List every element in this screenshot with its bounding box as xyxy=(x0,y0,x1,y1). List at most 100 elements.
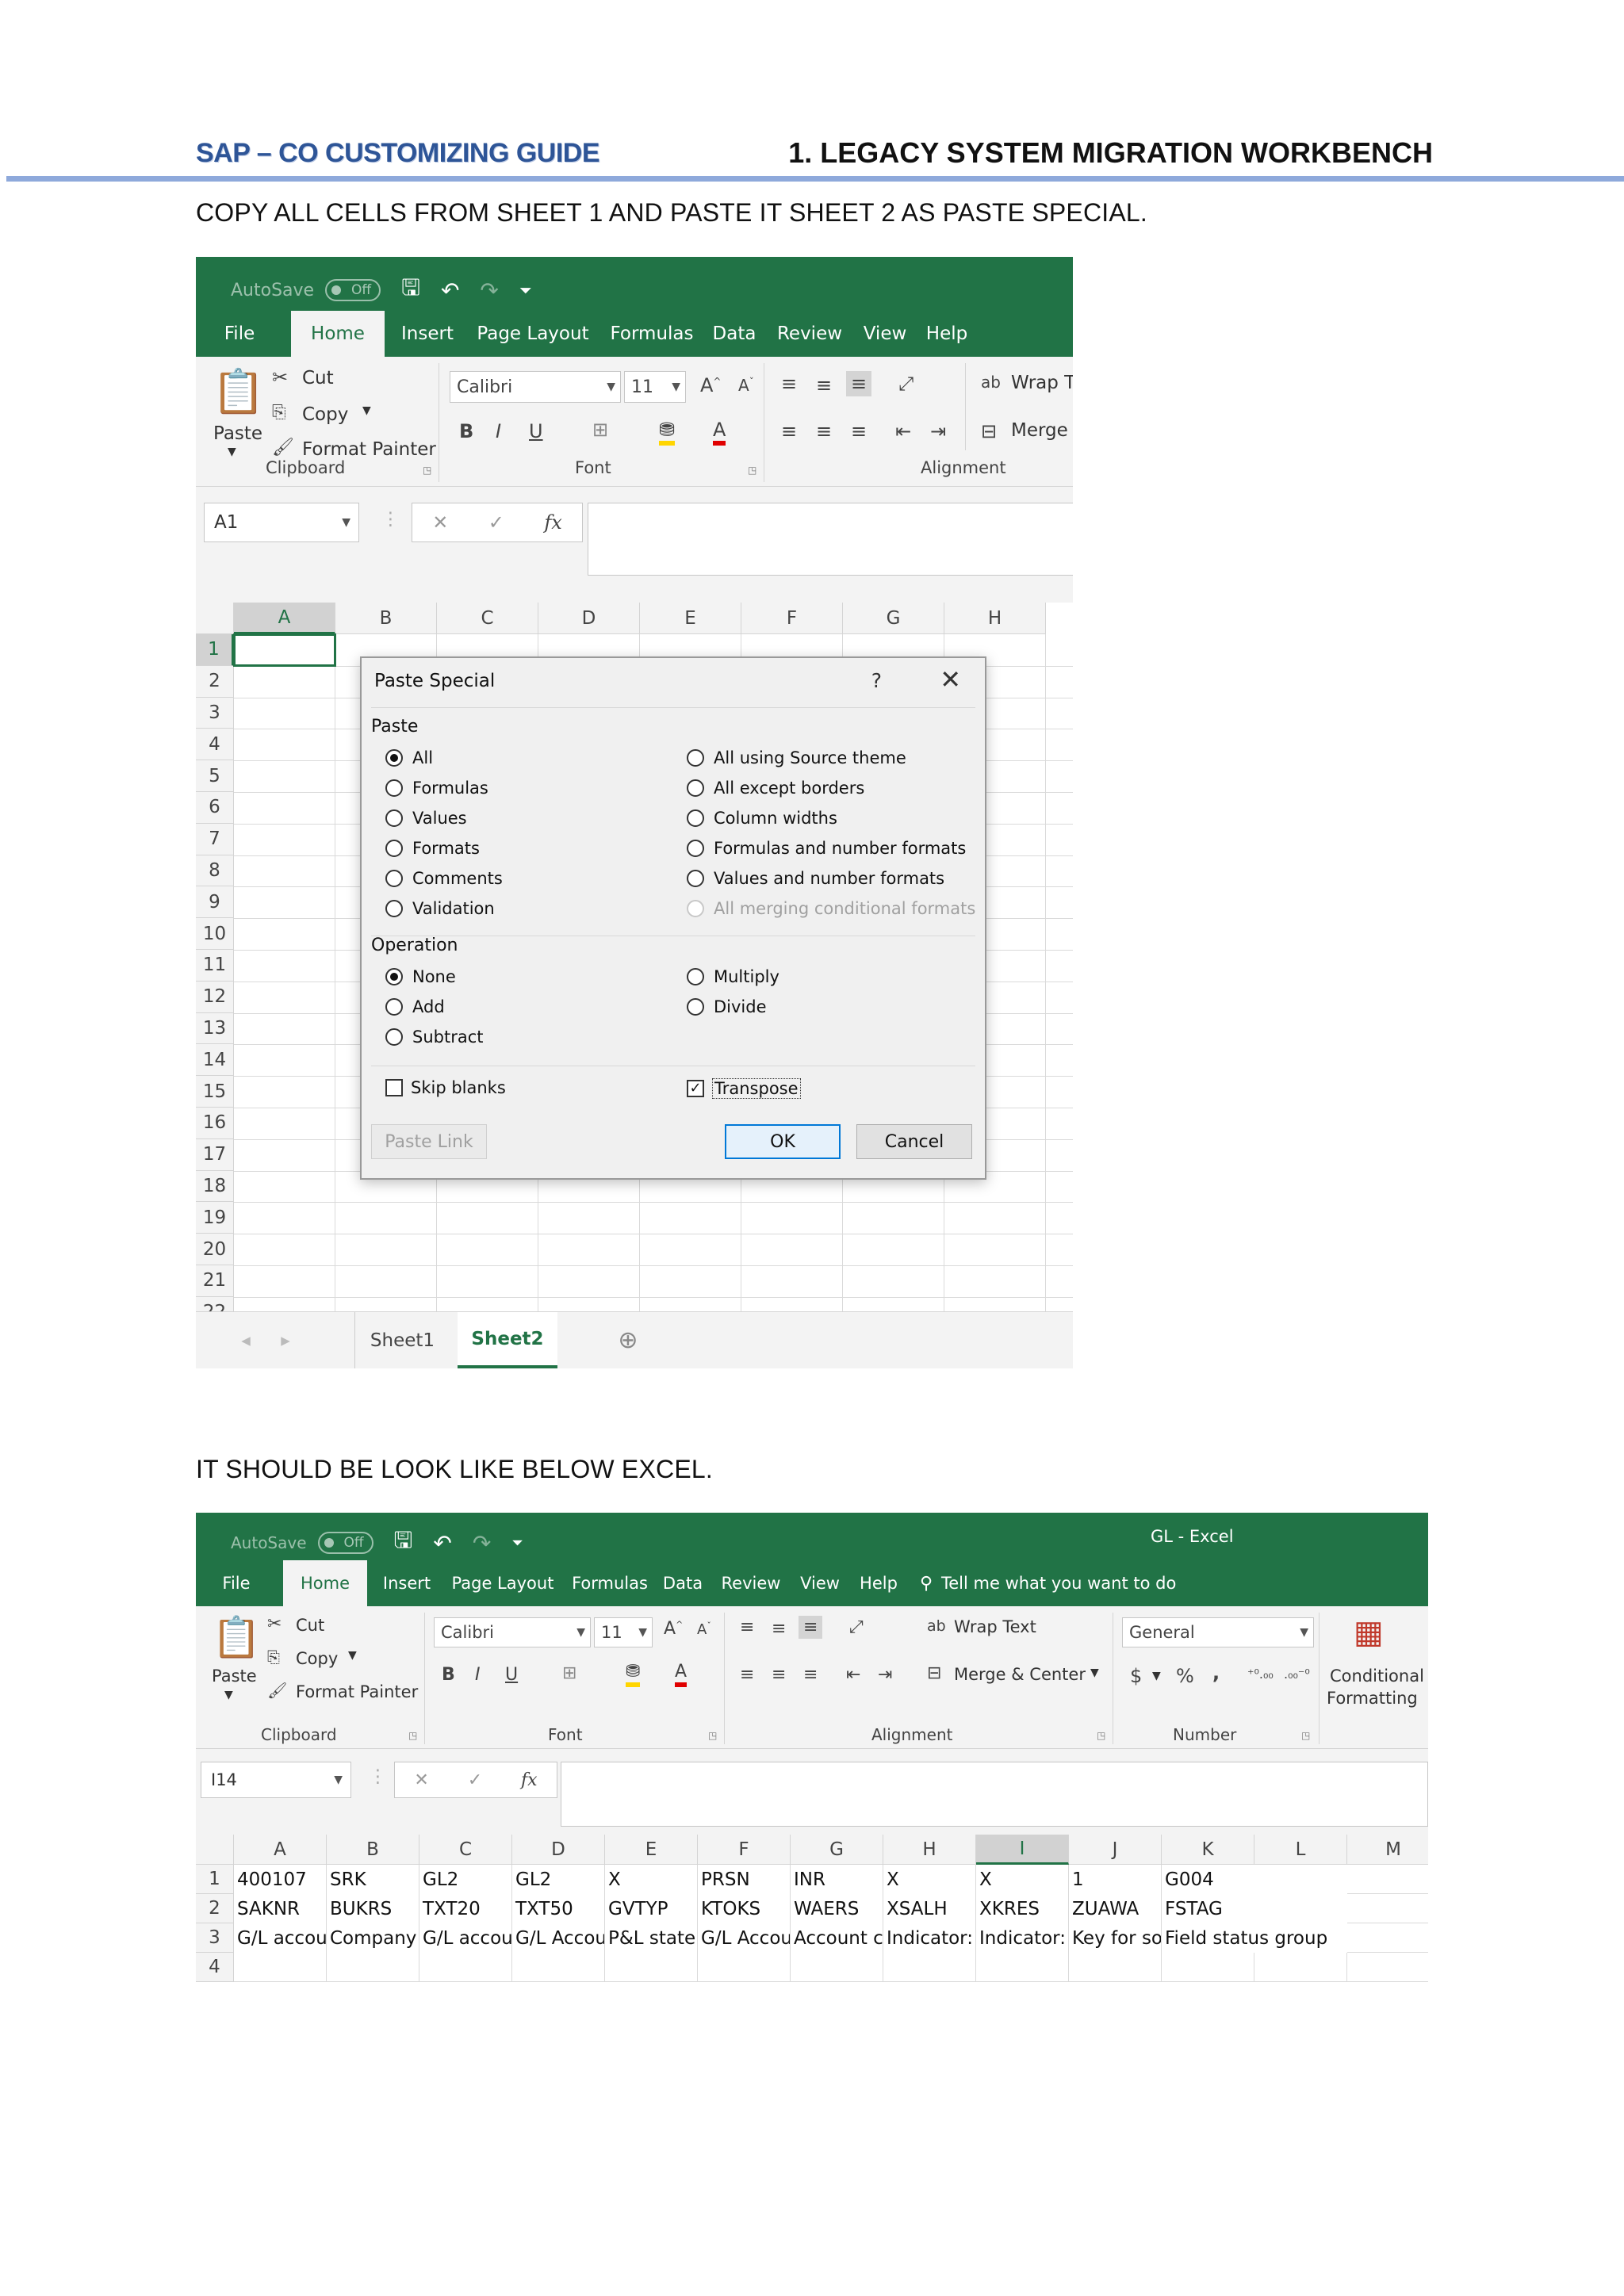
tab-file[interactable]: File xyxy=(212,1560,261,1606)
tab-formulas[interactable]: Formulas xyxy=(608,311,695,357)
borders-icon[interactable]: ⊞ xyxy=(592,419,608,441)
paste-button[interactable]: Paste xyxy=(212,1667,257,1686)
row-header[interactable]: 18 xyxy=(196,1170,234,1203)
tab-insert[interactable]: Insert xyxy=(396,311,459,357)
orientation-icon[interactable]: ⤢ xyxy=(898,373,914,395)
copy-icon[interactable]: ⎘ xyxy=(267,1647,280,1667)
redo-icon[interactable]: ↷ xyxy=(480,277,498,304)
column-header[interactable]: K xyxy=(1162,1835,1254,1865)
paste-option-comments[interactable]: Comments xyxy=(385,869,503,888)
redo-icon[interactable]: ↷ xyxy=(473,1530,491,1556)
row-header[interactable]: 4 xyxy=(196,729,234,761)
table-cell[interactable]: XKRES xyxy=(976,1894,1068,1923)
cancel-button[interactable]: Cancel xyxy=(856,1124,972,1159)
tell-me-search[interactable]: Tell me what you want to do xyxy=(941,1560,1179,1606)
paste-option-all[interactable]: All xyxy=(385,748,433,767)
paste-dropdown-icon[interactable]: ▼ xyxy=(224,1689,233,1701)
conditional-formatting-label-1[interactable]: Conditional xyxy=(1330,1667,1424,1686)
insert-function-icon[interactable]: fx xyxy=(521,1770,538,1790)
formula-bar-input[interactable] xyxy=(588,503,1073,576)
save-icon[interactable]: 🖫 xyxy=(394,1524,413,1562)
drag-handle-icon[interactable]: ⋮ xyxy=(381,509,400,530)
tab-page-layout[interactable]: Page Layout xyxy=(473,311,592,357)
paste-option-formats[interactable]: Formats xyxy=(385,839,480,858)
column-header[interactable]: E xyxy=(605,1835,698,1865)
paste-dropdown-icon[interactable]: ▼ xyxy=(228,446,236,458)
currency-dropdown-icon[interactable]: ▼ xyxy=(1152,1670,1161,1682)
tab-data[interactable]: Data xyxy=(710,311,759,357)
paste-link-button[interactable]: Paste Link xyxy=(371,1124,487,1159)
wrap-text-button[interactable]: Wrap Te xyxy=(1011,373,1073,393)
column-header[interactable]: F xyxy=(741,603,843,634)
orientation-icon[interactable]: ⤢ xyxy=(849,1617,864,1637)
decrease-indent-icon[interactable]: ⇤ xyxy=(895,420,911,442)
prev-sheet-icon[interactable]: ◂ xyxy=(234,1312,258,1368)
font-color-icon[interactable]: A xyxy=(713,419,726,446)
table-cell[interactable]: ZUAWA xyxy=(1069,1894,1161,1923)
row-header[interactable]: 3 xyxy=(196,1923,234,1953)
currency-button[interactable]: $ xyxy=(1130,1665,1142,1687)
column-header[interactable]: D xyxy=(538,603,640,634)
tab-formulas[interactable]: Formulas xyxy=(569,1560,651,1606)
percent-button[interactable]: % xyxy=(1176,1665,1194,1687)
active-cell[interactable] xyxy=(233,633,336,667)
column-header[interactable]: A xyxy=(234,603,335,634)
table-cell[interactable]: G004 xyxy=(1162,1865,1347,1894)
paste-icon[interactable]: 📋 xyxy=(212,366,265,417)
tab-view[interactable]: View xyxy=(860,311,910,357)
paste-option-formulas[interactable]: Formulas xyxy=(385,779,488,798)
close-icon[interactable]: ✕ xyxy=(940,664,961,695)
italic-button[interactable]: I xyxy=(475,1665,481,1685)
merge-button[interactable]: Merge & xyxy=(1011,420,1073,441)
conditional-formatting-icon[interactable]: ▦ xyxy=(1354,1614,1384,1651)
tab-review[interactable]: Review xyxy=(716,1560,786,1606)
fill-color-icon[interactable]: ⛃ xyxy=(659,419,676,446)
paste-option-formulas-number-formats[interactable]: Formulas and number formats xyxy=(687,839,966,858)
autosave-toggle[interactable]: Off xyxy=(317,1532,373,1554)
font-size-combo[interactable]: 11 ▼ xyxy=(594,1617,653,1647)
merge-icon[interactable]: ⊟ xyxy=(981,420,997,442)
next-sheet-icon[interactable]: ▸ xyxy=(274,1312,297,1368)
operation-option-subtract[interactable]: Subtract xyxy=(385,1027,484,1047)
table-cell[interactable]: PRSN xyxy=(698,1865,790,1894)
column-header[interactable]: G xyxy=(791,1835,883,1865)
decrease-decimal-icon[interactable]: .₀₀⁻⁰ xyxy=(1284,1667,1310,1682)
format-painter-icon[interactable]: 🖌 xyxy=(272,438,294,457)
wrap-text-icon[interactable]: ab xyxy=(981,373,1001,392)
tab-data[interactable]: Data xyxy=(659,1560,707,1606)
merge-dropdown-icon[interactable]: ▼ xyxy=(1090,1667,1099,1679)
row-header[interactable]: 1 xyxy=(196,1865,234,1894)
borders-icon[interactable]: ⊞ xyxy=(562,1663,576,1683)
skip-blanks-checkbox[interactable]: Skip blanks xyxy=(385,1078,506,1097)
row-header[interactable]: 13 xyxy=(196,1012,234,1045)
operation-option-add[interactable]: Add xyxy=(385,997,445,1016)
table-cell[interactable]: Account c xyxy=(791,1923,883,1953)
column-header[interactable]: C xyxy=(419,1835,512,1865)
column-header[interactable]: L xyxy=(1254,1835,1347,1865)
cut-icon[interactable]: ✂ xyxy=(272,366,288,388)
select-all-corner[interactable] xyxy=(196,603,234,634)
copy-dropdown-icon[interactable]: ▼ xyxy=(362,404,371,417)
font-launcher-icon[interactable]: ◳ xyxy=(708,1730,717,1741)
drag-handle-icon[interactable]: ⋮ xyxy=(369,1766,387,1787)
font-name-combo[interactable]: Calibri ▼ xyxy=(434,1617,591,1647)
table-cell[interactable]: BUKRS xyxy=(327,1894,419,1923)
column-header[interactable]: M xyxy=(1347,1835,1428,1865)
table-cell[interactable]: GVTYP xyxy=(605,1894,697,1923)
transpose-checkbox[interactable]: ✓ Transpose xyxy=(687,1078,801,1099)
tab-home[interactable]: Home xyxy=(291,311,385,357)
tab-home[interactable]: Home xyxy=(283,1560,367,1606)
alignment-launcher-icon[interactable]: ◳ xyxy=(1097,1730,1105,1741)
paste-option-source-theme[interactable]: All using Source theme xyxy=(687,748,906,767)
paste-option-values[interactable]: Values xyxy=(385,809,467,828)
merge-icon[interactable]: ⊟ xyxy=(927,1663,941,1683)
row-header[interactable]: 14 xyxy=(196,1044,234,1077)
row-header[interactable]: 12 xyxy=(196,981,234,1013)
table-cell[interactable]: INR xyxy=(791,1865,883,1894)
cut-button[interactable]: Cut xyxy=(296,1616,324,1635)
grow-font-icon[interactable]: A^ xyxy=(664,1619,683,1639)
save-icon[interactable]: 🖫 xyxy=(401,271,420,309)
tab-file[interactable]: File xyxy=(212,311,267,357)
copy-icon[interactable]: ⎘ xyxy=(272,403,286,423)
table-cell[interactable]: TXT20 xyxy=(419,1894,511,1923)
